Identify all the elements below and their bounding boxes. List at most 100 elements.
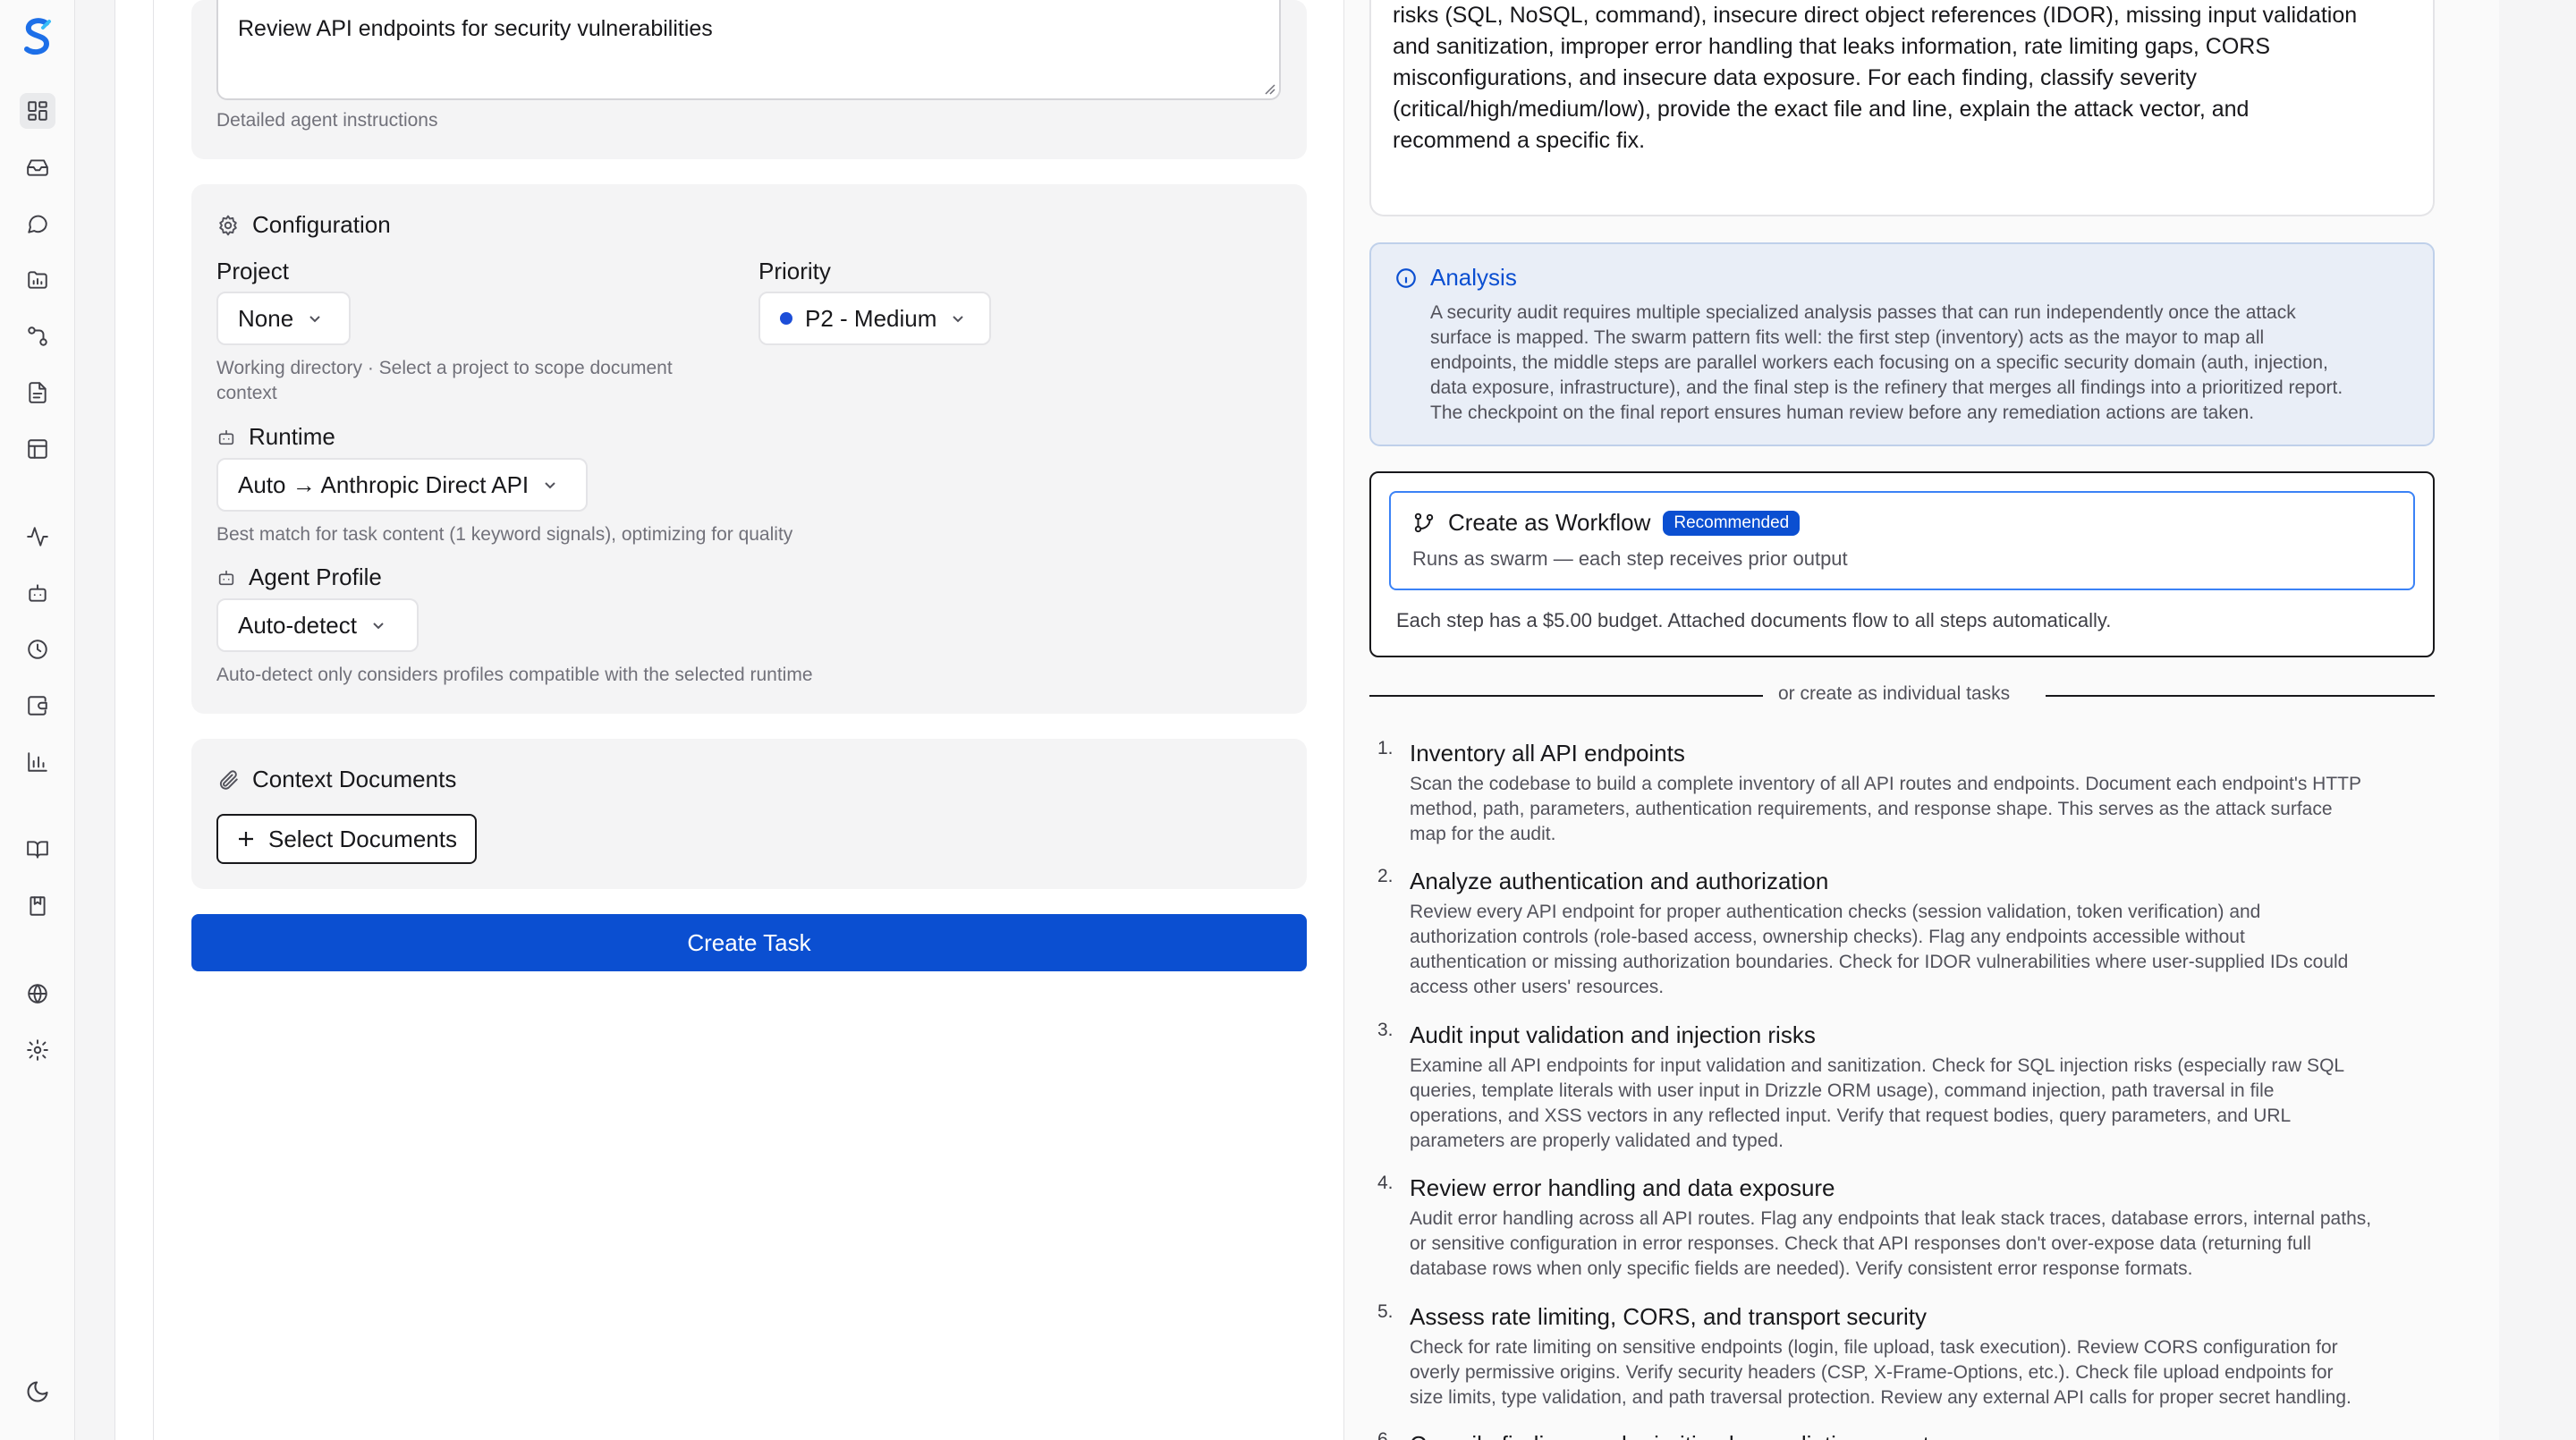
analysis-text: A security audit requires multiple speci… [1430, 302, 2343, 423]
sidebar-item-chat[interactable] [20, 206, 55, 241]
runtime-select-value: Auto → Anthropic Direct API [238, 470, 530, 498]
git-branch-icon [1414, 512, 1434, 532]
select-documents-label: Select Documents [268, 825, 457, 852]
sidebar-item-projects[interactable] [20, 262, 55, 298]
bot-icon [218, 429, 234, 445]
moon-icon[interactable] [25, 1379, 50, 1404]
bot-icon [29, 584, 47, 602]
sidebar-item-inbox[interactable] [20, 149, 55, 185]
bot-icon [218, 570, 234, 585]
task-description: Examine all API endpoints for input vali… [1410, 1055, 2345, 1151]
task-description: Review every API endpoint for proper aut… [1410, 902, 2349, 997]
paperclip-icon [219, 769, 238, 790]
document-icon [29, 382, 47, 403]
sidebar-item-activity[interactable] [20, 519, 55, 555]
gear-icon [219, 215, 237, 235]
description-hint: Detailed agent instructions [216, 110, 438, 131]
workflow-option-card: Create as Workflow Recommended Runs as s… [1369, 471, 2435, 657]
sidebar-item-saved[interactable] [20, 888, 55, 924]
workflow-subtitle: Runs as swarm — each step receives prior… [1412, 547, 1848, 570]
analysis-panel: Analysis A security audit requires multi… [1369, 242, 2435, 446]
runtime-label: Runtime [249, 423, 335, 450]
app-logo-icon[interactable] [20, 16, 55, 57]
chart-icon [28, 752, 47, 772]
project-hint: Working directory · Select a project to … [216, 358, 673, 403]
create-as-workflow-option[interactable]: Create as Workflow Recommended Runs as s… [1389, 491, 2415, 590]
task-title: Audit input validation and injection ris… [1410, 1021, 1816, 1048]
task-title: Compile findings and prioritized remedia… [1410, 1431, 1929, 1440]
wallet-icon [28, 696, 47, 716]
project-select[interactable]: None [216, 292, 351, 345]
analysis-heading: Analysis [1394, 264, 2410, 292]
globe-icon [28, 984, 47, 1004]
project-select-value: None [238, 304, 294, 332]
configuration-title: Configuration [252, 211, 391, 238]
resize-handle-icon[interactable] [1263, 82, 1275, 95]
agent-profile-select-value: Auto-detect [238, 611, 357, 639]
chevron-down-icon [545, 482, 555, 489]
folder-icon [28, 271, 47, 289]
sidebar [0, 0, 75, 1440]
inbox-icon [27, 159, 48, 176]
sidebar-item-docs[interactable] [20, 832, 55, 868]
chevron-down-icon [309, 316, 320, 323]
description-textarea[interactable]: Review API endpoints for security vulner… [216, 0, 1281, 100]
task-title: Review error handling and data exposure [1410, 1174, 1835, 1201]
runtime-hint: Best match for task content (1 keyword s… [216, 524, 793, 545]
task-title: Assess rate limiting, CORS, and transpor… [1410, 1303, 1927, 1330]
analysis-title: Analysis [1430, 264, 1517, 291]
agent-profile-select[interactable]: Auto-detect [216, 598, 419, 652]
sidebar-item-documents[interactable] [20, 375, 55, 411]
chevron-down-icon [953, 316, 964, 323]
table-icon [28, 439, 47, 459]
description-value: Review API endpoints for security vulner… [238, 16, 713, 41]
bookmark-icon [30, 896, 46, 916]
agent-profile-label: Agent Profile [249, 563, 382, 590]
divider-right [2046, 695, 2435, 697]
divider-left [1369, 695, 1763, 697]
clock-icon [28, 640, 47, 659]
book-icon [27, 841, 48, 859]
activity-icon [27, 527, 48, 546]
dashboard-icon [28, 101, 47, 121]
agent-profile-hint: Auto-detect only considers profiles comp… [216, 665, 813, 685]
sidebar-item-environments[interactable] [20, 976, 55, 1012]
sidebar-item-wallet[interactable] [20, 688, 55, 724]
task-title: Analyze authentication and authorization [1410, 868, 1829, 894]
recommended-badge: Recommended [1663, 510, 1801, 536]
plus-icon [239, 832, 253, 846]
task-description: Scan the codebase to build a complete in… [1410, 774, 2361, 844]
context-documents-heading: Context Documents [216, 766, 456, 793]
configuration-heading: Configuration [216, 211, 391, 239]
project-label: Project [216, 258, 289, 284]
sidebar-item-tables[interactable] [20, 431, 55, 467]
chat-icon [28, 215, 47, 233]
priority-label: Priority [758, 258, 831, 284]
workflow-heading: Create as Workflow Recommended [1412, 509, 2392, 537]
create-task-button[interactable]: Create Task [191, 914, 1307, 971]
priority-select[interactable]: P2 - Medium [758, 292, 991, 345]
workflow-title: Create as Workflow [1448, 509, 1651, 536]
priority-dot [780, 312, 792, 325]
generated-description: risks (SQL, NoSQL, command), insecure di… [1369, 0, 2435, 216]
priority-select-value: P2 - Medium [805, 304, 937, 332]
task-title: Inventory all API endpoints [1410, 740, 1685, 767]
task-description: Check for rate limiting on sensitive end… [1410, 1337, 2351, 1408]
runtime-heading: Runtime [216, 423, 335, 451]
sidebar-item-analytics[interactable] [20, 744, 55, 780]
sidebar-item-agents[interactable] [20, 575, 55, 611]
task-description: Audit error handling across all API rout… [1410, 1208, 2372, 1279]
workflow-budget-note: Each step has a $5.00 budget. Attached d… [1396, 609, 2112, 631]
info-icon [1396, 267, 1416, 288]
sidebar-item-schedules[interactable] [20, 631, 55, 667]
context-documents-title: Context Documents [252, 766, 457, 792]
sidebar-item-workflows[interactable] [20, 318, 55, 354]
chevron-down-icon [373, 623, 384, 630]
runtime-select[interactable]: Auto → Anthropic Direct API [216, 458, 588, 512]
divider-text: or create as individual tasks [1778, 683, 2011, 704]
select-documents-button[interactable]: Select Documents [216, 814, 477, 864]
agent-profile-heading: Agent Profile [216, 563, 382, 591]
gear-icon [27, 1039, 48, 1061]
sidebar-item-settings[interactable] [20, 1032, 55, 1068]
sidebar-item-dashboard[interactable] [20, 93, 55, 129]
